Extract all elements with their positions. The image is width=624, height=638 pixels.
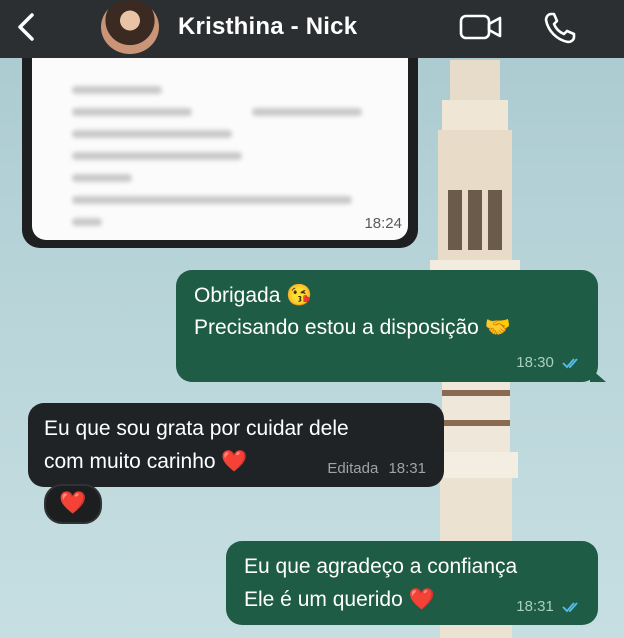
message-text: Eu que agradeço a confiança [244, 555, 518, 578]
handshake-emoji-icon: 🤝 [484, 316, 511, 339]
video-camera-icon[interactable] [459, 12, 503, 42]
message-text: Ele é um querido [244, 588, 403, 611]
double-check-icon [562, 358, 578, 369]
outgoing-message[interactable]: Eu que agradeço a confiança Ele é um que… [226, 541, 598, 625]
double-check-icon [562, 602, 578, 613]
outgoing-message[interactable]: Obrigada 😘 Precisando estou a disposição… [176, 270, 598, 382]
reaction-badge[interactable]: ❤️ [44, 484, 102, 524]
message-text: Precisando estou a disposição [194, 316, 479, 339]
message-time: 18:24 [364, 215, 402, 232]
edited-label: Editada [327, 460, 379, 477]
heart-emoji-icon: ❤️ [221, 450, 248, 473]
blurred-document-image[interactable] [32, 56, 408, 240]
contact-avatar[interactable] [101, 0, 159, 54]
chat-header: Kristhina - Nick [0, 0, 624, 58]
image-message[interactable]: 18:24 [22, 56, 418, 248]
chevron-left-icon[interactable] [12, 12, 42, 42]
heart-emoji-icon: ❤️ [59, 490, 87, 515]
contact-name[interactable]: Kristhina - Nick [178, 13, 357, 41]
incoming-message[interactable]: Eu que sou grata por cuidar dele com mui… [28, 403, 444, 487]
message-time: 18:31 [388, 460, 426, 477]
message-text: com muito carinho [44, 450, 216, 473]
heart-emoji-icon: ❤️ [408, 588, 435, 611]
message-text: Eu que sou grata por cuidar dele [44, 417, 349, 440]
message-time: 18:31 [516, 598, 554, 615]
kiss-emoji-icon: 😘 [286, 284, 313, 307]
message-time: 18:30 [516, 354, 554, 371]
message-text: Obrigada [194, 284, 281, 307]
phone-icon[interactable] [542, 10, 578, 46]
